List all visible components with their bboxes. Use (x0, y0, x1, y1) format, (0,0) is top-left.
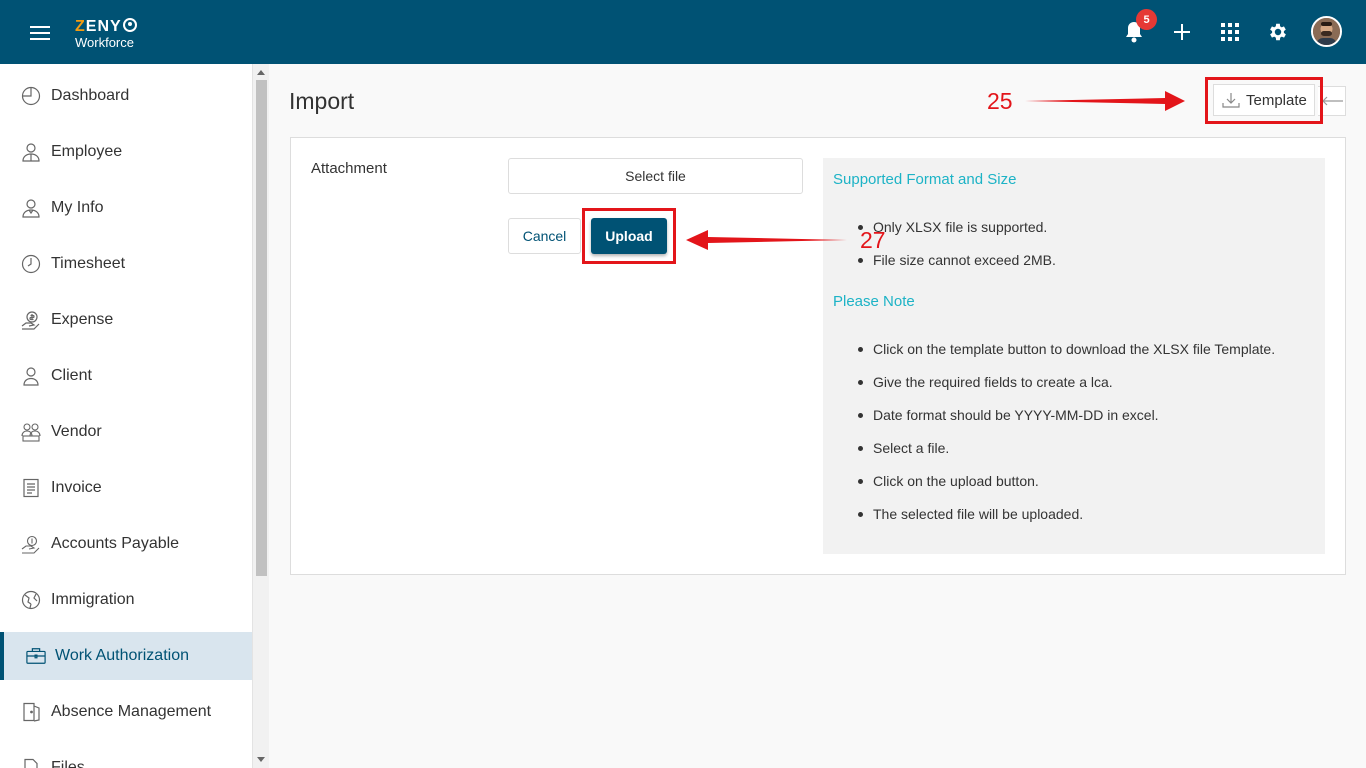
sidebar-item-files[interactable]: Files (0, 744, 252, 768)
sidebar-item-expense[interactable]: Expense (0, 296, 252, 344)
sidebar-item-client[interactable]: Client (0, 352, 252, 400)
annotation-label-27: 27 (860, 227, 886, 253)
logo-brand-text: ENY (85, 18, 122, 35)
sidebar: Dashboard Employee My Info Timesheet Exp… (0, 64, 253, 768)
annotation-arrow-upload (686, 230, 847, 250)
sidebar-item-accounts-payable[interactable]: Accounts Payable (0, 520, 252, 568)
sidebar-scrollbar[interactable] (253, 64, 269, 768)
clock-icon (21, 254, 41, 274)
sidebar-item-label: Timesheet (51, 255, 126, 272)
expense-icon (21, 310, 41, 330)
sidebar-item-label: Accounts Payable (51, 535, 180, 552)
sidebar-item-label: Client (51, 367, 92, 384)
select-file-button[interactable]: Select file (508, 158, 803, 194)
info-list-item: Select a file. (857, 440, 950, 456)
sidebar-item-label: Files (51, 759, 85, 768)
scroll-thumb[interactable] (256, 80, 267, 576)
invoice-icon (21, 478, 41, 498)
apps-grid-icon[interactable] (1218, 20, 1242, 44)
scroll-up-arrow[interactable] (257, 70, 265, 75)
supported-format-heading: Supported Format and Size (833, 171, 1017, 188)
page-title: Import (289, 88, 355, 114)
sidebar-item-employee[interactable]: Employee (0, 128, 252, 176)
sidebar-item-label: Immigration (51, 591, 135, 608)
scroll-down-arrow[interactable] (257, 757, 265, 762)
top-bar: ZENY Workforce 5 (0, 0, 1366, 64)
info-list-item: File size cannot exceed 2MB. (858, 252, 1056, 268)
sidebar-item-invoice[interactable]: Invoice (0, 464, 252, 512)
sidebar-item-my-info[interactable]: My Info (0, 184, 252, 232)
sidebar-item-label: Employee (51, 143, 123, 160)
info-list-item: Click on the template button to download… (857, 341, 1276, 357)
employee-icon (21, 142, 41, 162)
avatar[interactable] (1311, 16, 1342, 47)
info-list-item: The selected file will be uploaded. (857, 506, 1084, 522)
sidebar-item-label: Work Authorization (55, 647, 189, 664)
sidebar-item-immigration[interactable]: Immigration (0, 576, 252, 624)
sidebar-item-timesheet[interactable]: Timesheet (0, 240, 252, 288)
please-note-heading: Please Note (833, 293, 915, 310)
sidebar-item-label: Absence Management (51, 703, 212, 720)
globe-icon (21, 590, 41, 610)
arrow-left-icon (1321, 96, 1343, 106)
logo[interactable]: ZENY Workforce (75, 18, 137, 49)
my-info-icon (21, 198, 41, 218)
template-highlight-box (1205, 77, 1323, 124)
annotation-arrow-template (1025, 91, 1185, 111)
vendor-icon (21, 422, 41, 442)
sidebar-item-label: Vendor (51, 423, 102, 440)
sidebar-item-work-authorization[interactable]: Work Authorization (0, 632, 252, 680)
notification-badge: 5 (1136, 9, 1157, 30)
sidebar-item-label: Invoice (51, 479, 102, 496)
info-list-item: Click on the upload button. (858, 473, 1039, 489)
plus-icon[interactable] (1170, 20, 1194, 44)
upload-highlight-box (582, 208, 676, 264)
info-list-item: Only XLSX file is supported. (857, 219, 1048, 235)
cancel-button[interactable]: Cancel (508, 218, 581, 254)
annotation-label-25: 25 (987, 88, 1013, 114)
gear-icon[interactable] (1266, 20, 1290, 44)
logo-sub: Workforce (75, 35, 134, 50)
client-icon (21, 366, 41, 386)
info-list-item: Give the required fields to create a lca… (858, 374, 1113, 390)
dashboard-icon (21, 86, 41, 106)
sidebar-item-vendor[interactable]: Vendor (0, 408, 252, 456)
sidebar-item-label: Dashboard (51, 87, 130, 104)
door-icon (21, 702, 41, 722)
sidebar-item-dashboard[interactable]: Dashboard (0, 72, 252, 120)
menu-icon[interactable] (30, 26, 50, 40)
accounts-payable-icon (21, 534, 41, 554)
sidebar-item-label: Expense (51, 311, 114, 328)
briefcase-icon (26, 646, 46, 666)
sidebar-item-label: My Info (51, 199, 104, 216)
file-icon (21, 758, 41, 768)
info-list-item: Date format should be YYYY-MM-DD in exce… (858, 407, 1159, 423)
sidebar-item-absence-management[interactable]: Absence Management (0, 688, 252, 736)
attachment-label: Attachment (311, 160, 387, 177)
